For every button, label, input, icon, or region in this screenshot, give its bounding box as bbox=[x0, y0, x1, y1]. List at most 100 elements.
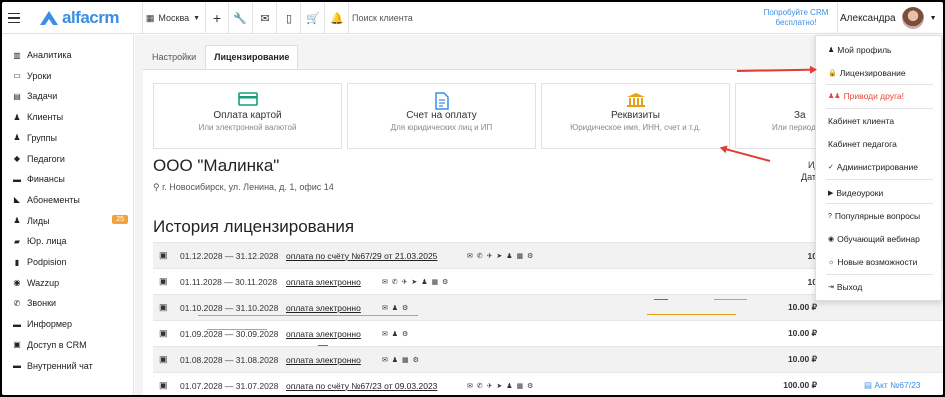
card-title: Реквизиты bbox=[610, 110, 660, 121]
organization-name: ООО "Малинка" bbox=[153, 156, 280, 175]
payment-link[interactable]: оплата электронно bbox=[286, 303, 361, 313]
user-menu[interactable]: Александра ▼ bbox=[840, 2, 940, 34]
annotation-mark bbox=[647, 314, 736, 315]
payment-link[interactable]: оплата электронно bbox=[286, 277, 361, 287]
sidebar-item-label: Внутренний чат bbox=[27, 360, 93, 371]
credit-card-icon bbox=[237, 92, 258, 108]
webinar-icon: ◉ bbox=[828, 236, 835, 243]
payment-link[interactable]: оплата по счёту №67/23 от 09.03.2023 bbox=[286, 381, 437, 391]
top-bar: alfacrm ▦ Москва ▼ + 🔧 ✉ ▯ 🛒 🔔 Поиск кли… bbox=[2, 2, 943, 34]
sidebar-item-9[interactable]: ▰ Юр. лица bbox=[12, 233, 130, 249]
sidebar-item-6[interactable]: ▬ Финансы bbox=[12, 171, 130, 187]
sidebar-item-2[interactable]: ▤ Задачи bbox=[12, 88, 130, 104]
menu-item-label: Новые возможности bbox=[837, 257, 918, 267]
card-requisites[interactable]: Реквизиты Юридическое имя, ИНН, счет и т… bbox=[541, 83, 730, 149]
menu-item-label: Популярные вопросы bbox=[834, 211, 921, 221]
menu-item-3[interactable]: Кабинет клиента bbox=[828, 116, 894, 126]
annotation-mark bbox=[654, 299, 668, 300]
chat-icon: ▬ bbox=[13, 361, 21, 370]
menu-icon[interactable] bbox=[6, 2, 22, 34]
sidebar-item-label: Финансы bbox=[27, 174, 65, 185]
sidebar-item-15[interactable]: ▬ Внутренний чат bbox=[12, 358, 130, 374]
exit-icon: ⇥ bbox=[828, 284, 834, 291]
tab-licensing[interactable]: Лицензирование bbox=[205, 45, 299, 69]
money-icon: ▣ bbox=[159, 380, 168, 390]
sidebar-item-label: Информер bbox=[27, 319, 73, 330]
tab-settings[interactable]: Настройки bbox=[143, 45, 205, 69]
money-icon: ▣ bbox=[159, 276, 168, 286]
plus-icon[interactable]: + bbox=[206, 2, 228, 34]
act-link[interactable]: ▤ Акт №67/23 bbox=[864, 380, 921, 391]
channel-icons: ✉ ✆ ✈ ➤ ♟ ▦ ⚙ bbox=[382, 278, 450, 286]
tasks-icon: ▤ bbox=[13, 91, 21, 101]
channel-icons: ✉ ✆ ✈ ➤ ♟ ▦ ⚙ bbox=[467, 252, 535, 260]
friends-icon: ♟♟ bbox=[828, 93, 841, 100]
act-label: Акт №67/23 bbox=[874, 380, 921, 390]
menu-item-label: Выход bbox=[836, 282, 863, 292]
app-window: alfacrm ▦ Москва ▼ + 🔧 ✉ ▯ 🛒 🔔 Поиск кли… bbox=[2, 2, 943, 395]
sidebar-item-14[interactable]: ▣ Доступ в CRM bbox=[12, 337, 130, 353]
payment-link[interactable]: оплата электронно bbox=[286, 355, 361, 365]
search-input[interactable]: Поиск клиента bbox=[352, 2, 432, 34]
logo[interactable]: alfacrm bbox=[40, 2, 140, 34]
menu-item-2[interactable]: ♟♟ Приводи друга! bbox=[828, 91, 904, 101]
sidebar-item-10[interactable]: ▮ Podpision bbox=[12, 254, 130, 270]
sidebar-item-0[interactable]: ▥ Аналитика bbox=[12, 47, 130, 63]
menu-item-5[interactable]: ✓ Администрирование bbox=[828, 162, 918, 172]
branch-select[interactable]: ▦ Москва ▼ bbox=[146, 2, 200, 34]
table-row: ▣ 01.09.2028 — 30.09.2028 оплата электронн… bbox=[153, 320, 943, 346]
sidebar-item-label: Wazzup bbox=[27, 277, 60, 288]
leads-count-badge: 25 bbox=[112, 214, 128, 224]
menu-item-1[interactable]: 🔒 Лицензирование bbox=[828, 68, 906, 78]
sidebar-item-3[interactable]: ♟ Клиенты bbox=[12, 109, 130, 125]
card-pay-card[interactable]: Оплата картой Или электронной валютой bbox=[153, 83, 342, 149]
bank-icon bbox=[626, 92, 646, 108]
phone-icon: ✆ bbox=[13, 298, 21, 308]
user-name: Александра bbox=[840, 12, 896, 24]
analytics-icon: ▥ bbox=[13, 50, 21, 60]
check-icon: ✓ bbox=[828, 164, 834, 171]
payment-link[interactable]: оплата электронно bbox=[286, 329, 361, 339]
menu-item-label: Кабинет клиента bbox=[828, 116, 895, 126]
menu-item-8[interactable]: ◉ Обучающий вебинар bbox=[828, 234, 920, 244]
menu-divider bbox=[826, 179, 933, 180]
wrench-icon[interactable]: 🔧 bbox=[229, 2, 251, 34]
sidebar-item-12[interactable]: ✆ Звонки bbox=[12, 295, 130, 311]
cart-icon[interactable]: 🛒 bbox=[302, 2, 324, 34]
branch-label: Москва bbox=[158, 13, 190, 23]
menu-item-10[interactable]: ⇥ Выход bbox=[828, 282, 862, 292]
card-title: Счет на оплату bbox=[406, 110, 477, 121]
amount: 10.00 ₽ bbox=[787, 328, 817, 338]
try-free-link[interactable]: Попробуйте CRM бесплатно! bbox=[755, 2, 837, 34]
period: 01.12.2028 — 31.12.2028 bbox=[180, 250, 279, 261]
building-icon: ▦ bbox=[145, 12, 155, 23]
card-subtitle: Юридическое имя, ИНН, счет и т.д. bbox=[570, 123, 701, 132]
card-title: Оплата картой bbox=[213, 110, 282, 121]
sidebar-item-8[interactable]: ♟ Лиды 25 bbox=[12, 213, 130, 229]
mobile-icon[interactable]: ▯ bbox=[278, 2, 300, 34]
sidebar-item-11[interactable]: ◉ Wazzup bbox=[12, 275, 130, 291]
lock-icon: ▣ bbox=[13, 340, 21, 350]
mail-icon[interactable]: ✉ bbox=[254, 2, 276, 34]
menu-item-9[interactable]: ☼ Новые возможности bbox=[828, 257, 917, 267]
menu-item-7[interactable]: ? Популярные вопросы bbox=[828, 211, 920, 221]
informer-icon: ▬ bbox=[13, 319, 21, 329]
card-invoice[interactable]: Счет на оплату Для юридических лиц и ИП bbox=[347, 83, 536, 149]
sidebar-item-5[interactable]: ◆ Педагоги bbox=[12, 151, 130, 167]
sidebar-item-label: Педагоги bbox=[27, 153, 65, 164]
table-row: ▣ 01.07.2028 — 31.07.2028 оплата по счёту … bbox=[153, 372, 943, 395]
money-icon: ▣ bbox=[159, 250, 168, 260]
user-dropdown: ♟ Мой профиль 🔒 Лицензирование ♟♟ Приводи дру… bbox=[815, 35, 942, 301]
sidebar-item-4[interactable]: ♟ Группы bbox=[12, 130, 130, 146]
payment-link[interactable]: оплата по счёту №67/29 от 21.03.2025 bbox=[286, 251, 437, 261]
period: 01.10.2028 — 31.10.2028 bbox=[180, 302, 279, 313]
sidebar-item-13[interactable]: ▬ Информер bbox=[12, 316, 130, 332]
sidebar-item-1[interactable]: ▭ Уроки bbox=[12, 68, 130, 84]
menu-item-6[interactable]: ▶ Видеоуроки bbox=[828, 188, 883, 198]
sidebar-item-7[interactable]: ◣ Абонементы bbox=[12, 192, 130, 208]
menu-item-4[interactable]: Кабинет педагога bbox=[828, 139, 897, 149]
channel-icons: ✉ ♟ ⚙ bbox=[382, 330, 410, 338]
whatsapp-icon: ◉ bbox=[13, 278, 21, 288]
bell-icon[interactable]: 🔔 bbox=[326, 2, 348, 34]
menu-item-0[interactable]: ♟ Мой профиль bbox=[828, 45, 891, 55]
